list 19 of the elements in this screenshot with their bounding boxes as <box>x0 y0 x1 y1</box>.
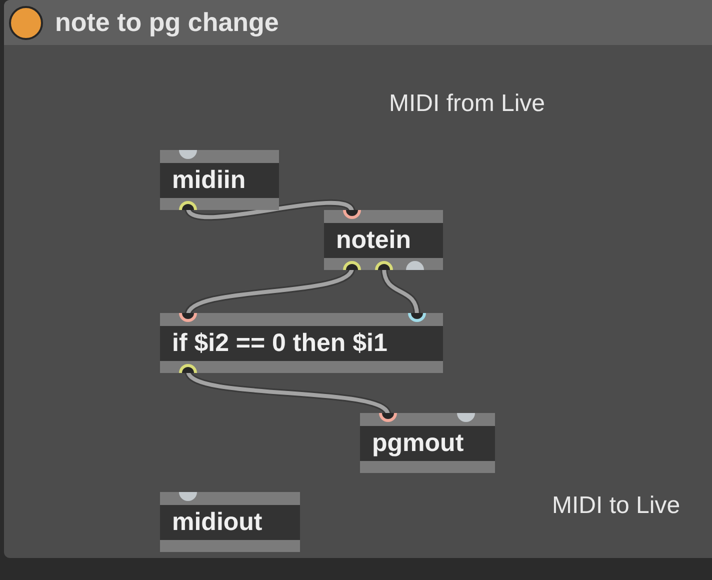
status-dot <box>9 6 43 40</box>
object-box[interactable]: notein <box>324 210 443 270</box>
outlet-icon[interactable] <box>343 260 361 270</box>
window-title: note to pg change <box>55 7 279 38</box>
inlet-icon[interactable] <box>179 313 197 323</box>
object-box[interactable]: if $i2 == 0 then $i1 <box>160 313 443 373</box>
inlet-icon[interactable] <box>343 210 361 220</box>
object-box[interactable]: midiout <box>160 492 300 552</box>
outlet-icon[interactable] <box>179 363 197 373</box>
object-box[interactable]: pgmout <box>360 413 495 473</box>
comment-text: MIDI from Live <box>389 90 546 118</box>
inlet-icon[interactable] <box>379 413 397 423</box>
inlet-icon[interactable] <box>408 313 426 323</box>
patch-cord[interactable] <box>380 268 420 316</box>
object-box[interactable]: midiin <box>160 150 279 210</box>
outlet-icon[interactable] <box>375 260 393 270</box>
outlet-icon[interactable] <box>179 200 197 210</box>
comment-text: MIDI to Live <box>552 492 680 520</box>
patch-cord[interactable] <box>184 199 356 221</box>
